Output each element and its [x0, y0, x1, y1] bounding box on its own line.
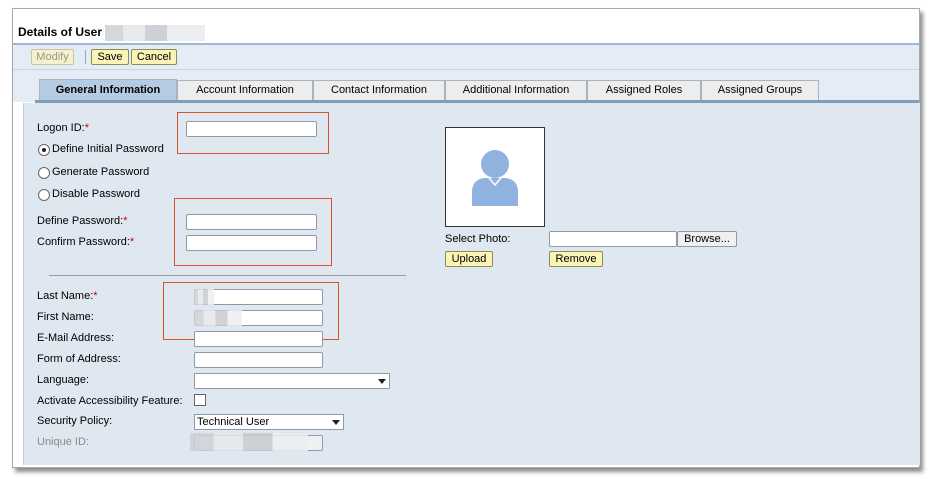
tab-additional-information[interactable]: Additional Information — [445, 80, 587, 100]
upload-button[interactable]: Upload — [445, 251, 493, 267]
security-policy-label: Security Policy: — [37, 415, 113, 427]
disable-password-radio[interactable] — [38, 189, 50, 201]
title-bar: Details of User — [13, 9, 919, 45]
form-of-address-label: Form of Address: — [37, 353, 121, 365]
modify-button[interactable]: Modify — [31, 49, 74, 65]
language-select[interactable] — [194, 373, 390, 389]
select-photo-label: Select Photo: — [445, 233, 511, 245]
remove-button[interactable]: Remove — [549, 251, 603, 267]
photo-file-input[interactable] — [549, 231, 677, 247]
tab-contact-information[interactable]: Contact Information — [313, 80, 445, 100]
toolbar-separator — [85, 50, 86, 64]
tab-assigned-roles[interactable]: Assigned Roles — [587, 80, 701, 100]
user-photo — [445, 127, 545, 227]
form-of-address-input[interactable] — [194, 352, 323, 368]
page-title: Details of User — [18, 25, 103, 39]
annotation-box-password — [174, 198, 332, 266]
email-label: E-Mail Address: — [37, 332, 115, 344]
tab-account-information[interactable]: Account Information — [177, 80, 313, 100]
redacted-unique-id — [190, 433, 308, 451]
tab-general-information[interactable]: General Information — [39, 79, 177, 101]
logon-id-label: Logon ID:* — [37, 122, 89, 134]
browse-button[interactable]: Browse... — [677, 231, 737, 247]
chevron-down-icon — [332, 420, 340, 425]
generate-password-radio[interactable] — [38, 167, 50, 179]
user-details-window: Details of User Modify Save Cancel Gener… — [12, 8, 920, 468]
annotation-box-logon — [177, 112, 329, 154]
tab-strip: General Information Account Information … — [13, 70, 919, 102]
confirm-password-label: Confirm Password:* — [37, 236, 135, 248]
section-divider — [49, 275, 406, 276]
redacted-username — [105, 25, 205, 41]
language-label: Language: — [37, 374, 89, 386]
define-initial-password-label: Define Initial Password — [52, 143, 164, 155]
general-information-panel: Logon ID:* Define Initial Password Gener… — [23, 103, 920, 465]
define-password-label: Define Password:* — [37, 215, 128, 227]
cancel-button[interactable]: Cancel — [131, 49, 177, 65]
accessibility-label: Activate Accessibility Feature: — [37, 395, 183, 407]
unique-id-label: Unique ID: — [37, 436, 89, 448]
toolbar: Modify Save Cancel — [13, 45, 919, 70]
tab-assigned-groups[interactable]: Assigned Groups — [701, 80, 819, 100]
accessibility-checkbox[interactable] — [194, 394, 206, 406]
define-initial-password-radio[interactable] — [38, 144, 50, 156]
security-policy-select[interactable]: Technical User — [194, 414, 344, 430]
generate-password-label: Generate Password — [52, 166, 150, 178]
chevron-down-icon — [378, 379, 386, 384]
email-input[interactable] — [194, 331, 323, 347]
user-avatar-icon — [472, 150, 518, 206]
save-button[interactable]: Save — [91, 49, 129, 65]
last-name-label: Last Name:* — [37, 290, 98, 302]
security-policy-value: Technical User — [197, 416, 270, 428]
first-name-label: First Name: — [37, 311, 94, 323]
disable-password-label: Disable Password — [52, 188, 141, 200]
